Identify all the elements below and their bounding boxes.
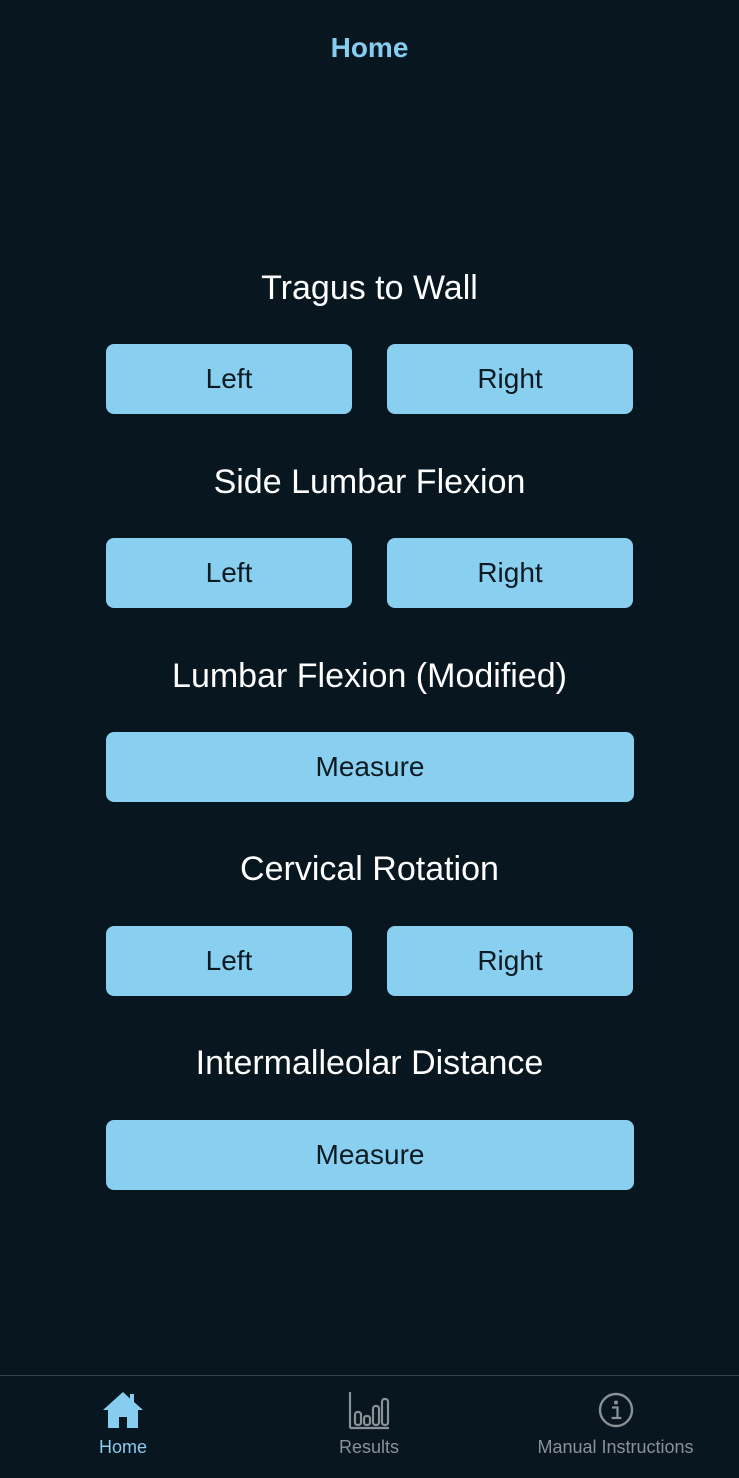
side-lumbar-flexion-left-button[interactable]: Left <box>106 538 352 608</box>
home-screen: Home Tragus to Wall Left Right Side Lumb… <box>0 0 739 1478</box>
tab-home[interactable]: Home <box>0 1376 246 1478</box>
section-title-cervical-rotation: Cervical Rotation <box>240 850 499 888</box>
cervical-rotation-left-button[interactable]: Left <box>106 926 352 996</box>
tragus-to-wall-right-button[interactable]: Right <box>387 344 633 414</box>
page-title: Home <box>330 32 409 63</box>
info-circle-icon <box>598 1392 633 1428</box>
lumbar-flexion-measure-button[interactable]: Measure <box>106 732 634 802</box>
tab-results[interactable]: Results <box>246 1376 492 1478</box>
tab-home-label: Home <box>98 1437 147 1457</box>
section-title-tragus-to-wall: Tragus to Wall <box>261 269 478 307</box>
section-title-side-lumbar-flexion: Side Lumbar Flexion <box>213 463 526 501</box>
tab-bar: Home Results Manual Instructions <box>0 1375 739 1478</box>
tab-manual-instructions[interactable]: Manual Instructions <box>492 1376 739 1478</box>
cervical-rotation-right-button[interactable]: Right <box>387 926 633 996</box>
house-icon <box>103 1392 143 1428</box>
tab-results-label: Results <box>338 1437 400 1457</box>
bar-chart-icon <box>348 1392 390 1430</box>
tragus-to-wall-left-button[interactable]: Left <box>106 344 352 414</box>
section-title-intermalleolar-distance: Intermalleolar Distance <box>195 1044 544 1082</box>
section-title-lumbar-flexion-modified: Lumbar Flexion (Modified) <box>172 657 567 695</box>
tab-manual-instructions-label: Manual Instructions <box>537 1437 694 1457</box>
intermalleolar-distance-measure-button[interactable]: Measure <box>106 1120 634 1190</box>
side-lumbar-flexion-right-button[interactable]: Right <box>387 538 633 608</box>
